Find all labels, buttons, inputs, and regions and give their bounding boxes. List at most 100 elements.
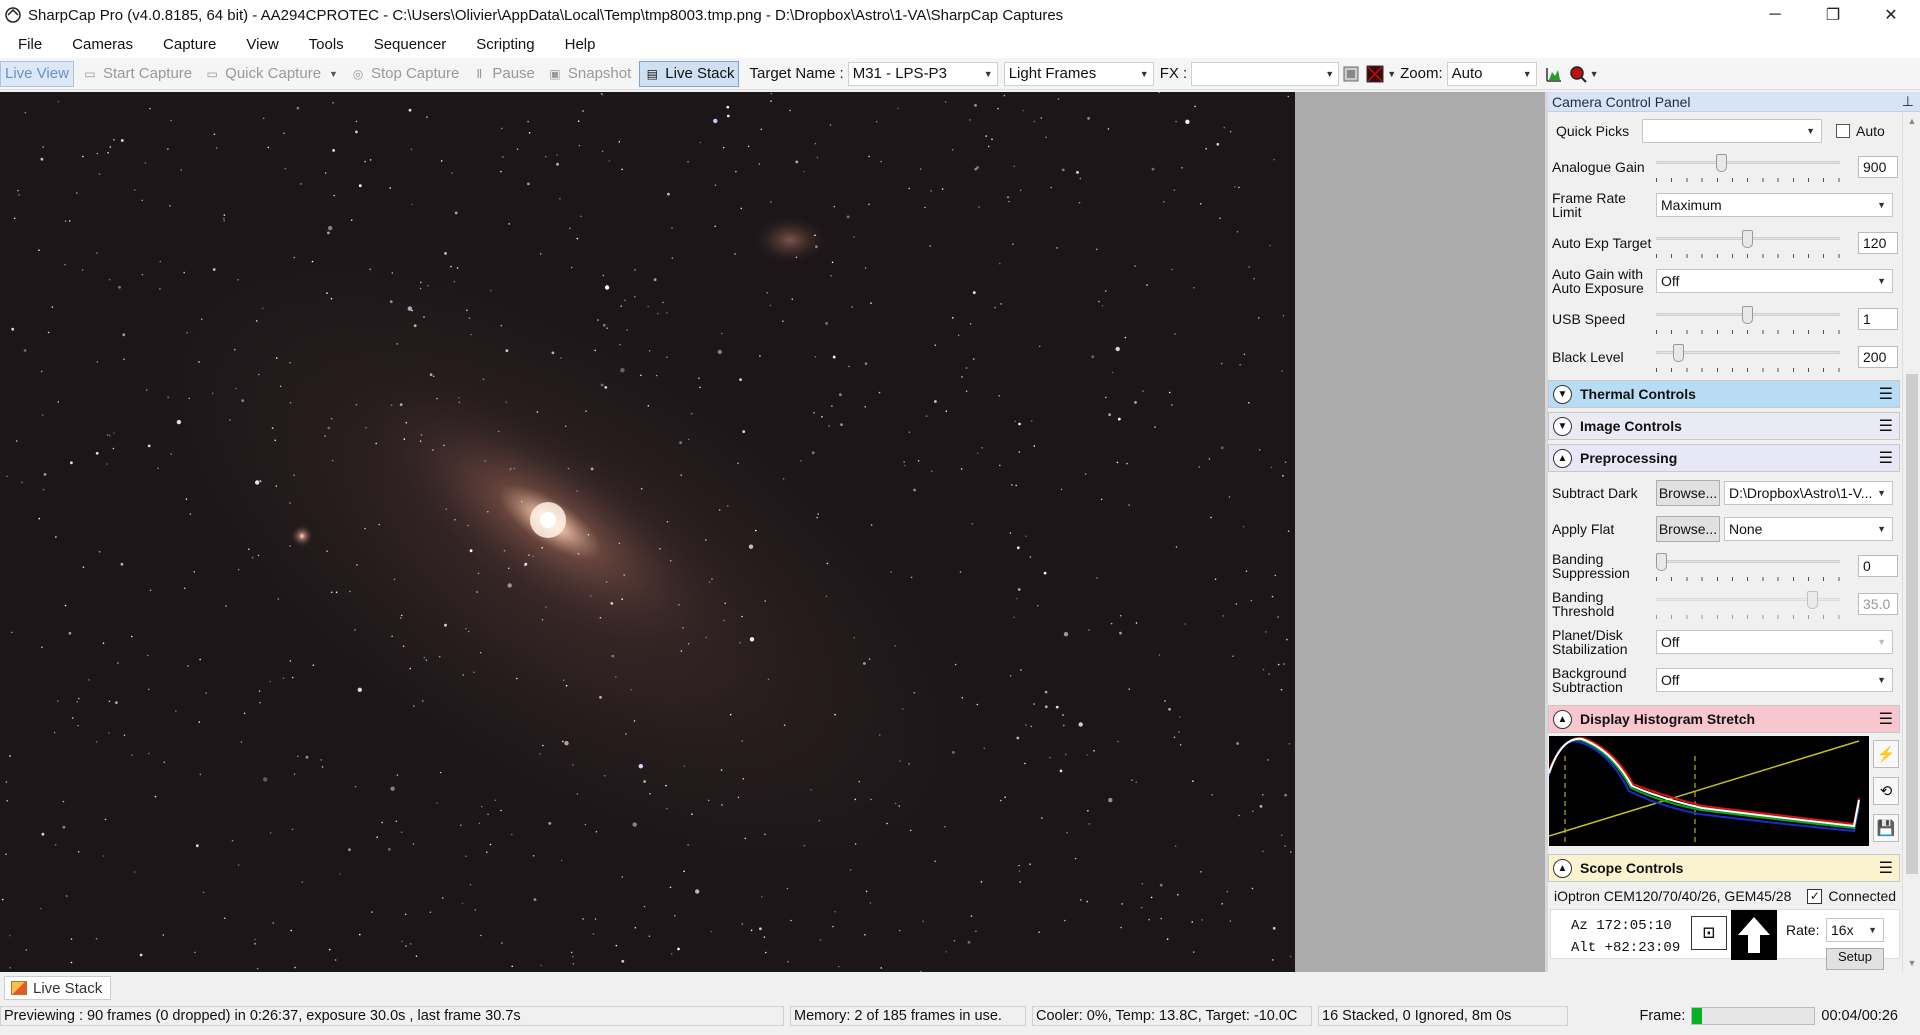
black-level-row: Black Level 200 [1548, 338, 1900, 376]
stop-capture-button[interactable]: ◎ Stop Capture [346, 61, 463, 87]
slider-knob[interactable] [1807, 591, 1819, 609]
star [1025, 535, 1027, 537]
apply-flat-browse-button[interactable]: Browse... [1656, 516, 1720, 542]
menu-scripting[interactable]: Scripting [457, 36, 545, 53]
auto-checkbox[interactable] [1836, 124, 1850, 138]
star [671, 227, 673, 229]
usb-speed-slider[interactable] [1656, 304, 1840, 334]
banding-threshold-input[interactable]: 35.0 [1858, 593, 1898, 615]
banding-suppression-slider[interactable] [1656, 551, 1840, 581]
hamburger-menu-icon[interactable]: ☰ [1879, 384, 1893, 404]
setup-button[interactable]: Setup [1826, 948, 1884, 970]
analogue-gain-input[interactable]: 900 [1858, 156, 1898, 178]
banding-threshold-slider[interactable] [1656, 589, 1840, 619]
rate-dropdown[interactable]: 16x ▼ [1826, 918, 1884, 942]
auto-exp-target-slider[interactable] [1656, 228, 1840, 258]
menu-sequencer[interactable]: Sequencer [355, 36, 458, 53]
menu-tools[interactable]: Tools [290, 36, 355, 53]
histogram-chart[interactable] [1548, 736, 1869, 846]
fx-combo[interactable]: ▼ [1191, 61, 1340, 86]
slider-knob[interactable] [1656, 553, 1667, 571]
scope-controls-header[interactable]: ▲ Scope Controls ☰ [1548, 854, 1900, 882]
auto-gain-dropdown[interactable]: Off ▼ [1656, 269, 1893, 293]
chevron-down-icon[interactable]: ▼ [1590, 69, 1599, 79]
banding-suppression-input[interactable]: 0 [1858, 555, 1898, 577]
auto-exp-target-input[interactable]: 120 [1858, 232, 1898, 254]
pin-icon[interactable]: ⊥ [1902, 93, 1914, 110]
histogram-stretch-header[interactable]: ▲ Display Histogram Stretch ☰ [1548, 705, 1900, 733]
hamburger-menu-icon[interactable]: ☰ [1879, 709, 1893, 729]
menu-cameras[interactable]: Cameras [53, 36, 144, 53]
black-level-input[interactable]: 200 [1858, 346, 1898, 368]
star [1223, 126, 1226, 129]
thermal-controls-header[interactable]: ▼ Thermal Controls ☰ [1548, 380, 1900, 408]
chevron-down-icon[interactable]: ▼ [1387, 69, 1396, 79]
minimize-button[interactable]: ─ [1746, 0, 1804, 30]
slider-knob[interactable] [1742, 230, 1753, 248]
menu-view[interactable]: View [227, 36, 289, 53]
star [750, 929, 753, 932]
planet-disk-dropdown[interactable]: Off ▼ [1656, 630, 1893, 654]
star [311, 260, 314, 263]
slider-knob[interactable] [1673, 344, 1685, 362]
pause-button[interactable]: Ⅱ Pause [467, 61, 539, 87]
auto-stretch-icon[interactable]: ⚡ [1873, 740, 1899, 769]
expand-chevron-icon[interactable]: ▼ [1553, 416, 1572, 436]
background-subtraction-dropdown[interactable]: Off ▼ [1656, 668, 1893, 692]
star [458, 397, 460, 399]
analogue-gain-slider[interactable] [1656, 152, 1840, 182]
subtract-dark-browse-button[interactable]: Browse... [1656, 480, 1720, 506]
close-button[interactable]: ✕ [1862, 0, 1920, 30]
target-name-combo[interactable]: M31 - LPS-P3 ▼ [847, 61, 998, 86]
menu-capture[interactable]: Capture [144, 36, 227, 53]
collapse-chevron-icon[interactable]: ▲ [1553, 858, 1572, 878]
reticle-icon[interactable] [1342, 65, 1360, 83]
frame-rate-dropdown[interactable]: Maximum ▼ [1656, 193, 1893, 217]
subtract-dark-dropdown[interactable]: D:\Dropbox\Astro\1-V... ▼ [1724, 481, 1893, 505]
star [1201, 919, 1204, 921]
hamburger-menu-icon[interactable]: ☰ [1879, 858, 1893, 878]
reset-icon[interactable]: ⟲ [1873, 776, 1899, 805]
connected-checkbox[interactable]: ✓ [1807, 888, 1823, 904]
zoom-combo[interactable]: Auto ▼ [1446, 61, 1537, 86]
frame-type-combo[interactable]: Light Frames ▼ [1003, 61, 1154, 86]
image-viewer[interactable] [0, 92, 1295, 972]
star [505, 401, 508, 404]
star [507, 567, 510, 570]
spiral-search-icon[interactable]: ⊡ [1691, 916, 1727, 950]
collapse-chevron-icon[interactable]: ▲ [1553, 448, 1572, 468]
collapse-chevron-icon[interactable]: ▲ [1553, 709, 1572, 729]
star [123, 734, 126, 737]
histogram-icon[interactable] [1545, 65, 1563, 83]
scroll-down-icon[interactable]: ▼ [1903, 954, 1920, 972]
start-capture-button[interactable]: ▭ Start Capture [78, 61, 196, 87]
expand-chevron-icon[interactable]: ▼ [1553, 384, 1572, 404]
scrollbar-thumb[interactable] [1906, 374, 1918, 874]
menu-help[interactable]: Help [546, 36, 607, 53]
quick-capture-button[interactable]: ▭ Quick Capture ▼ [200, 61, 342, 87]
hamburger-menu-icon[interactable]: ☰ [1879, 416, 1893, 436]
black-level-slider[interactable] [1656, 342, 1840, 372]
live-stack-tab[interactable]: Live Stack [4, 976, 112, 1000]
panel-scrollbar[interactable]: ▲ ▼ [1902, 112, 1920, 972]
usb-speed-input[interactable]: 1 [1858, 308, 1898, 330]
slew-north-button[interactable] [1731, 910, 1777, 960]
menu-file[interactable]: File [0, 36, 53, 53]
zoom-tool-icon[interactable] [1569, 65, 1587, 83]
scroll-up-icon[interactable]: ▲ [1903, 112, 1920, 130]
image-controls-header[interactable]: ▼ Image Controls ☰ [1548, 412, 1900, 440]
save-icon[interactable]: 💾 [1873, 813, 1899, 842]
apply-flat-dropdown[interactable]: None ▼ [1724, 517, 1893, 541]
snapshot-button[interactable]: ▣ Snapshot [543, 61, 635, 87]
slider-knob[interactable] [1716, 154, 1728, 172]
quick-picks-dropdown[interactable]: ▼ [1642, 119, 1822, 143]
live-stack-button[interactable]: ▤ Live Stack [639, 60, 740, 87]
hamburger-menu-icon[interactable]: ☰ [1879, 448, 1893, 468]
star [64, 263, 66, 266]
live-view-button[interactable]: Live View [0, 60, 74, 87]
preprocessing-header[interactable]: ▲ Preprocessing ☰ [1548, 444, 1900, 472]
restore-button[interactable]: ❐ [1804, 0, 1862, 30]
color-picker-icon[interactable] [1366, 65, 1384, 83]
slider-knob[interactable] [1742, 306, 1753, 324]
chevron-down-icon[interactable]: ▼ [329, 69, 338, 79]
